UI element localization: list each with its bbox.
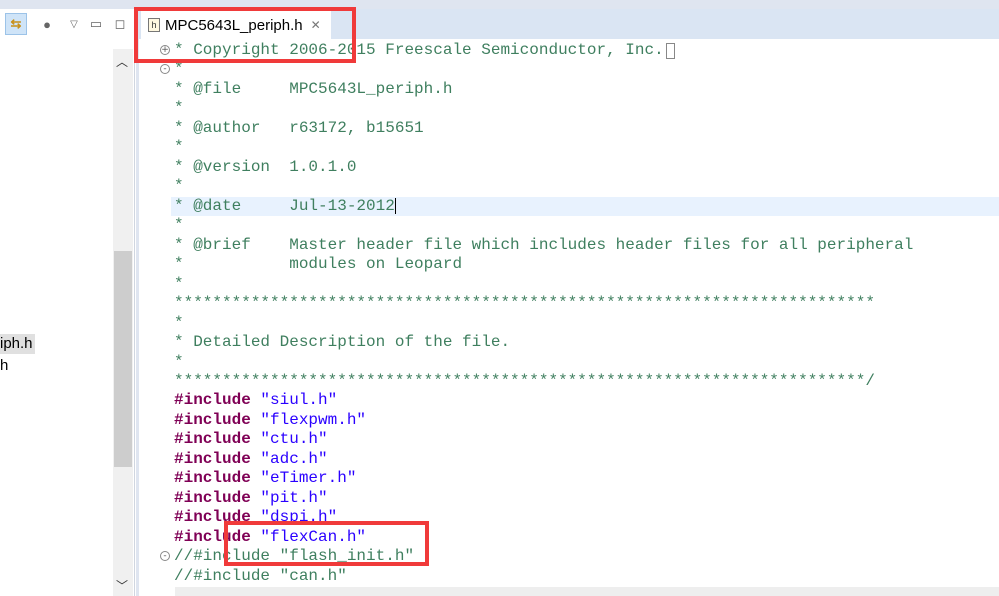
code-line[interactable]: *	[174, 314, 999, 333]
comment-text: *	[174, 99, 184, 118]
comment-text: *	[174, 60, 184, 79]
comment-text: ****************************************…	[174, 294, 875, 313]
project-explorer-panel: ⇆ ● ▽ ▭ ◻ iph.h h ︿ ﹀	[0, 9, 135, 596]
code-line[interactable]: * modules on Leopard	[174, 255, 999, 274]
code-line[interactable]: ****************************************…	[174, 294, 999, 313]
code-lines[interactable]: + * Copyright 2006-2015 Freescale Semicon…	[160, 41, 999, 586]
code-line[interactable]: *	[174, 138, 999, 157]
code-line[interactable]: ****************************************…	[174, 372, 999, 391]
include-path-string: "adc.h"	[250, 449, 328, 468]
scrollbar-thumb[interactable]	[114, 251, 132, 467]
preprocessor-keyword: #include	[174, 410, 251, 429]
link-with-editor-button[interactable]: ⇆	[5, 13, 27, 35]
code-line[interactable]: *	[174, 275, 999, 294]
comment-text: * @version 1.0.1.0	[174, 157, 357, 176]
include-path-string: "pit.h"	[250, 488, 328, 507]
text-caret	[394, 197, 396, 214]
annotation-box-tab	[134, 7, 356, 63]
comment-text: * @brief Master header file which includ…	[174, 235, 914, 254]
code-line[interactable]: - *	[160, 60, 999, 79]
comment-text: *	[174, 138, 184, 157]
code-line[interactable]: #include "adc.h"	[174, 450, 999, 469]
comment-text: *	[174, 352, 184, 371]
include-path-string: "eTimer.h"	[250, 469, 357, 488]
comment-text: *	[174, 177, 184, 196]
include-path-string: "ctu.h"	[250, 430, 328, 449]
tree-item[interactable]: h	[0, 356, 8, 376]
comment-text: * Detailed Description of the file.	[174, 333, 511, 352]
editor-ruler	[139, 39, 171, 596]
preprocessor-keyword: #include	[174, 430, 251, 449]
folded-block-icon[interactable]	[665, 43, 675, 59]
comment-text: * @file MPC5643L_periph.h	[174, 79, 453, 98]
include-path-string: "flexpwm.h"	[250, 410, 367, 429]
vertical-scrollbar[interactable]: ︿ ﹀	[113, 49, 133, 596]
code-line[interactable]: *	[174, 353, 999, 372]
horizontal-scrollbar[interactable]	[175, 587, 999, 596]
comment-text: *	[174, 313, 184, 332]
code-line[interactable]: #include "eTimer.h"	[174, 469, 999, 488]
include-path-string: "siul.h"	[250, 391, 338, 410]
preprocessor-keyword: #include	[174, 449, 251, 468]
code-line[interactable]: * @version 1.0.1.0	[174, 158, 999, 177]
comment-text: *	[174, 274, 184, 293]
code-line[interactable]: *	[174, 99, 999, 118]
code-line[interactable]: #include "flexpwm.h"	[174, 411, 999, 430]
comment-text: ****************************************…	[174, 371, 875, 390]
code-line[interactable]: * @file MPC5643L_periph.h	[174, 80, 999, 99]
code-line[interactable]: *	[174, 216, 999, 235]
minimize-button[interactable]: ▭	[88, 13, 104, 35]
code-editor[interactable]: + * Copyright 2006-2015 Freescale Semicon…	[136, 39, 999, 596]
code-line[interactable]: #include "pit.h"	[174, 489, 999, 508]
filter-icon[interactable]: ●	[38, 13, 56, 35]
comment-text: * @author r63172, b15651	[174, 118, 424, 137]
code-line[interactable]: #include "ctu.h"	[174, 430, 999, 449]
code-line[interactable]: *	[174, 177, 999, 196]
annotation-box-flexcan	[224, 521, 429, 566]
code-line[interactable]: * Detailed Description of the file.	[174, 333, 999, 352]
comment-text: *	[174, 216, 184, 235]
preprocessor-keyword: #include	[174, 488, 251, 507]
preprocessor-keyword: #include	[174, 469, 251, 488]
preprocessor-keyword: #include	[174, 391, 251, 410]
scroll-down-icon[interactable]: ﹀	[116, 577, 128, 594]
code-line[interactable]: //#include "can.h"	[174, 567, 999, 586]
code-line[interactable]: * @author r63172, b15651	[174, 119, 999, 138]
comment-text: * modules on Leopard	[174, 255, 463, 274]
code-line[interactable]: * @date Jul-13-2012	[171, 196, 999, 217]
code-line[interactable]: * @brief Master header file which includ…	[174, 236, 999, 255]
comment-text: //#include "can.h"	[174, 566, 347, 585]
tree-item-selected[interactable]: iph.h	[0, 334, 35, 354]
view-menu-button[interactable]: ▽	[66, 13, 82, 35]
code-line[interactable]: #include "siul.h"	[174, 391, 999, 410]
comment-text: * @date Jul-13-2012	[174, 196, 395, 215]
scroll-up-icon[interactable]: ︿	[116, 53, 128, 70]
maximize-button[interactable]: ◻	[112, 13, 128, 35]
